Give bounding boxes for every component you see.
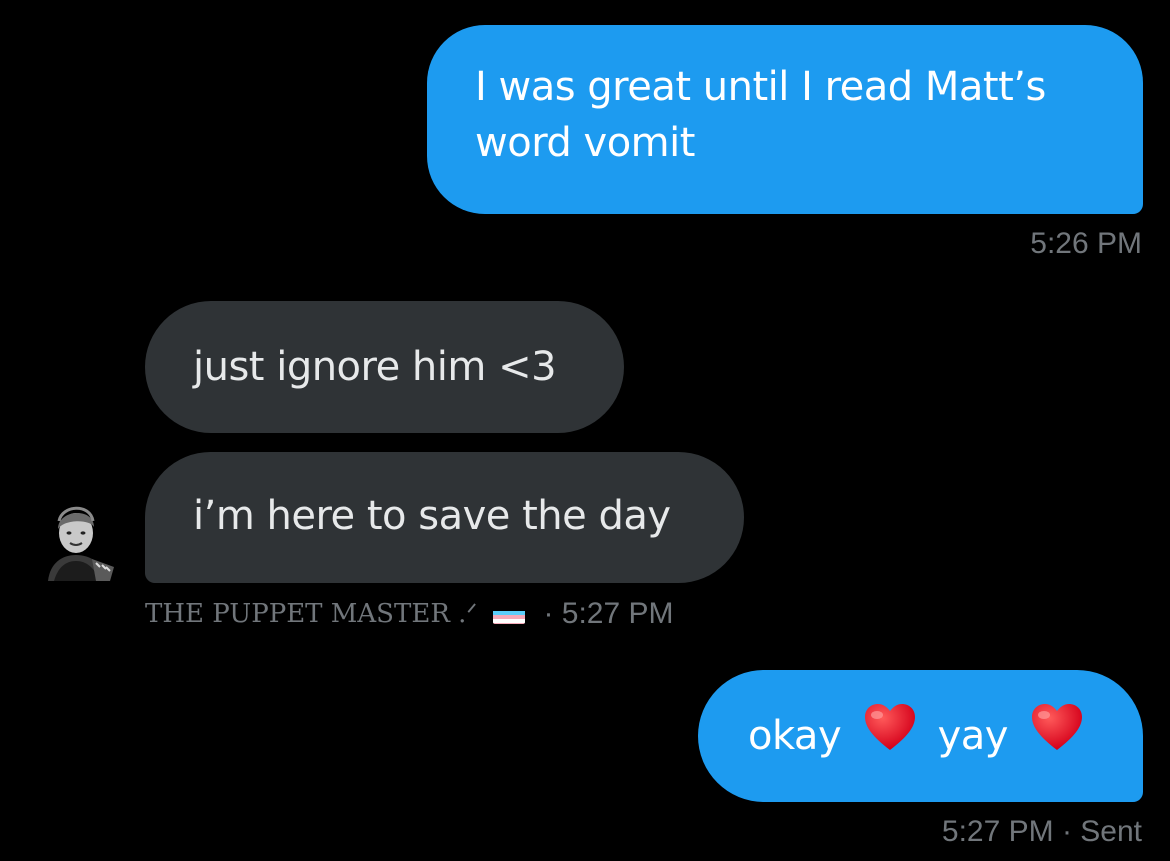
message-sender-meta: THE PUPPET MASTER .ᐟ · 5:27 PM	[145, 596, 674, 632]
message-text: I was great until I read Matt’s word vom…	[475, 64, 1046, 166]
red-heart-icon	[863, 703, 917, 768]
message-text: okay	[748, 713, 842, 759]
red-heart-icon	[1030, 703, 1084, 768]
avatar[interactable]	[34, 497, 118, 581]
message-timestamp: · 5:27 PM	[543, 597, 674, 630]
message-timestamp: 5:27 PM · Sent	[941, 815, 1142, 848]
message-text: just ignore him <3	[193, 344, 557, 390]
avatar-image	[48, 506, 114, 581]
received-message-bubble[interactable]: i’m here to save the day	[145, 452, 744, 583]
sent-message-bubble[interactable]: I was great until I read Matt’s word vom…	[427, 25, 1143, 214]
message-timestamp: 5:26 PM	[1030, 227, 1142, 260]
message-text: i’m here to save the day	[193, 493, 671, 539]
message-text: yay	[937, 713, 1009, 759]
sent-message-bubble[interactable]: okay yay	[698, 670, 1143, 802]
transgender-flag-icon	[493, 604, 526, 624]
sender-name[interactable]: THE PUPPET MASTER .ᐟ	[145, 596, 477, 632]
received-message-bubble[interactable]: just ignore him <3	[145, 301, 624, 433]
